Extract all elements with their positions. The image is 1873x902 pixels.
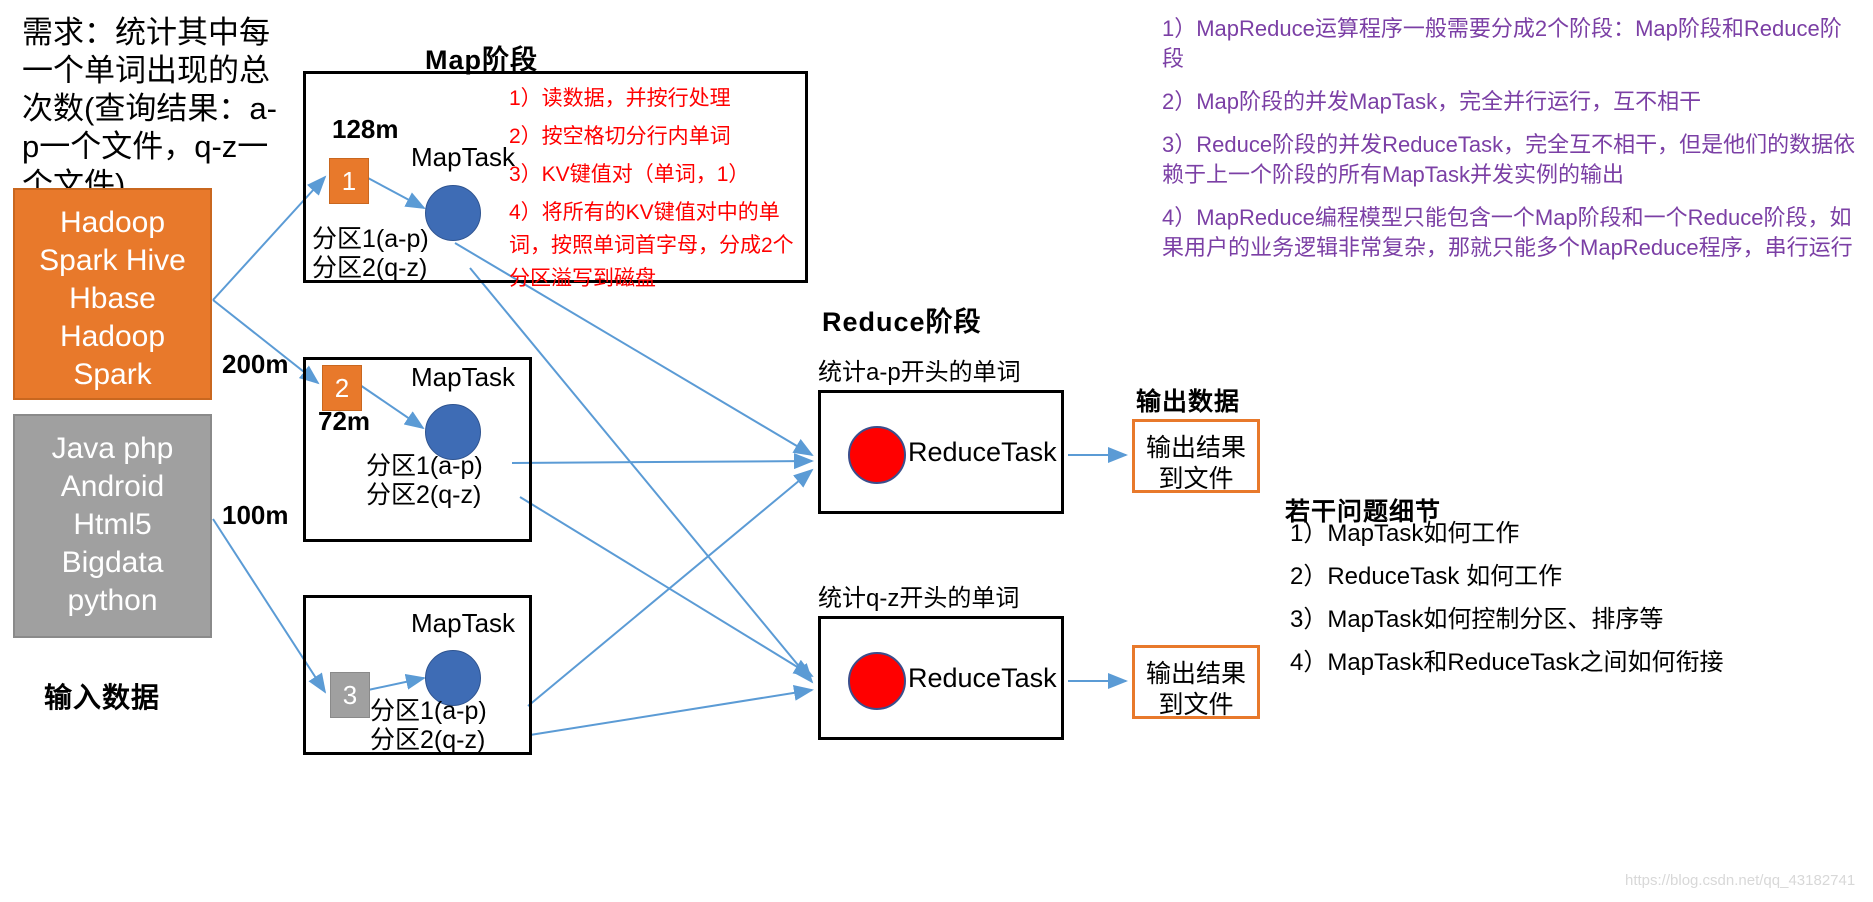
principle-4: 4）MapReduce编程模型只能包含一个Map阶段和一个Reduce阶段，如果… <box>1162 205 1853 260</box>
detail-2: 2）ReduceTask 如何工作 <box>1290 563 1563 590</box>
partition-label-2: 分区1(a-p) 分区2(q-z) <box>366 452 483 509</box>
map-steps-list: 1）读数据，并按行处理 2）按空格切分行内单词 3）KV键值对（单词，1） 4）… <box>509 82 809 300</box>
detail-1: 1）MapTask如何工作 <box>1290 520 1520 547</box>
output-data-label: 输出数据 <box>1136 388 1241 416</box>
size-label-100m: 100m <box>222 500 289 530</box>
principle-1: 1）MapReduce运算程序一般需要分成2个阶段：Map阶段和Reduce阶段 <box>1162 16 1842 71</box>
maptask-circle-1 <box>425 185 481 241</box>
requirement-text: 需求：统计其中每一个单词出现的总次数(查询结果：a-p一个文件，q-z一个文件) <box>22 15 277 202</box>
maptask-label-3: MapTask <box>411 608 516 638</box>
split-chunk-1: 1 <box>329 158 369 204</box>
input-block-gray: Java php Android Html5 Bigdata python … <box>13 414 212 655</box>
split-chunk-2: 2 <box>322 365 362 411</box>
partition-label-3: 分区1(a-p) 分区2(q-z) <box>370 697 487 754</box>
input-data-label: 输入数据 <box>44 682 161 713</box>
detail-4: 4）MapTask和ReduceTask之间如何衔接 <box>1290 649 1724 676</box>
mapreduce-principles-list: 1）MapReduce运算程序一般需要分成2个阶段：Map阶段和Reduce阶段… <box>1162 14 1862 276</box>
watermark-text: https://blog.csdn.net/qq_43182741 <box>1625 872 1856 889</box>
reduce-caption-2: 统计q-z开头的单词 <box>818 585 1020 612</box>
detail-3: 3）MapTask如何控制分区、排序等 <box>1290 606 1664 633</box>
principle-2: 2）Map阶段的并发MapTask，完全并行运行，互不相干 <box>1162 89 1702 114</box>
details-list: 1）MapTask如何工作 2）ReduceTask 如何工作 3）MapTas… <box>1290 518 1873 690</box>
maptask-label-1: MapTask <box>411 142 516 172</box>
split-chunk-3: 3 <box>330 672 370 718</box>
reducetask-label-2: ReduceTask <box>908 663 1057 693</box>
input-block-orange: Hadoop Spark Hive Hbase Hadoop Spark … <box>13 188 212 429</box>
reducetask-circle-1 <box>848 426 906 484</box>
size-label-200m: 200m <box>222 349 289 379</box>
map-step-2: 2）按空格切分行内单词 <box>509 125 731 148</box>
reducetask-label-1: ReduceTask <box>908 437 1057 467</box>
principle-3: 3）Reduce阶段的并发ReduceTask，完全互不相干，但是他们的数据依赖… <box>1162 132 1856 187</box>
reduce-stage-title: Reduce阶段 <box>822 307 982 337</box>
map-step-1: 1）读数据，并按行处理 <box>509 87 731 110</box>
partition-label-1: 分区1(a-p) 分区2(q-z) <box>312 225 429 282</box>
maptask-label-2: MapTask <box>411 362 516 392</box>
output-box-1: 输出结果 到文件 <box>1132 419 1260 493</box>
map-step-3: 3）KV键值对（单词，1） <box>509 163 750 186</box>
reduce-caption-1: 统计a-p开头的单词 <box>818 359 1021 386</box>
map-step-4: 4）将所有的KV键值对中的单词，按照单词首字母，分成2个分区溢写到磁盘 <box>509 201 794 290</box>
output-box-2: 输出结果 到文件 <box>1132 645 1260 719</box>
reducetask-circle-2 <box>848 652 906 710</box>
